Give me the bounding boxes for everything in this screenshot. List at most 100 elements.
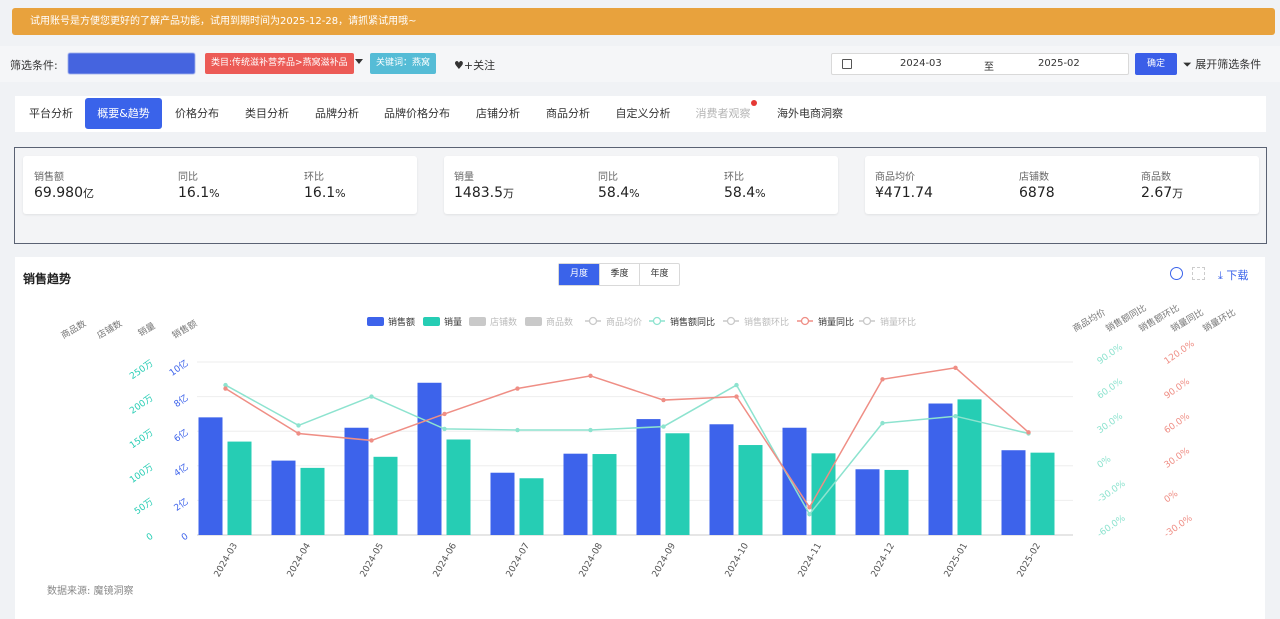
tab-overseas[interactable]: 海外电商洞察	[772, 98, 848, 129]
legend-label: 销量	[444, 316, 462, 328]
bar-sales	[855, 469, 880, 535]
tab-brand-price[interactable]: 品牌价格分布	[379, 98, 455, 129]
sales-trend-panel: 销售趋势 月度 季度 年度 ⤓ 下载 0 2亿 4亿 6亿 8亿 10亿 0 50万 100万 1…	[15, 257, 1265, 619]
legend-swatch	[800, 316, 810, 326]
legend-swatch	[726, 316, 736, 326]
line-point	[588, 427, 593, 433]
kpi-label: 同比	[598, 172, 618, 183]
legend-swatch	[652, 316, 662, 326]
tab-overview-trend[interactable]: 概要&趋势	[85, 98, 162, 129]
bar-sales	[563, 453, 588, 535]
y-tick-volume: 200万	[128, 393, 155, 416]
chevron-down-icon[interactable]	[355, 59, 363, 64]
kpi-label: 商品数	[1141, 172, 1171, 183]
tab-price-distribution[interactable]: 价格分布	[170, 98, 224, 129]
y-tick-sales: 4亿	[171, 461, 190, 479]
kpi-card-product: 商品均价 ¥471.74 店铺数 6878 商品数 2.67万	[865, 156, 1259, 214]
tab-consumer[interactable]: 消费者观察	[690, 98, 756, 129]
x-tick: 2024-11	[797, 542, 824, 580]
legend-label: 销售额同比	[670, 316, 715, 328]
line-point	[296, 431, 301, 436]
line-point	[369, 438, 374, 443]
y-axis-title: 商品数	[59, 317, 88, 341]
y-tick-sales-yoy: 90.0%	[1096, 342, 1126, 367]
legend-swatch	[525, 317, 542, 326]
x-tick: 2024-08	[578, 541, 606, 579]
y-tick-sales: 0	[180, 532, 191, 544]
expand-filters-button[interactable]: ⏷ 展开筛选条件	[1183, 56, 1261, 72]
bar-volume	[592, 454, 617, 535]
line-point	[734, 382, 739, 388]
line-point	[734, 394, 739, 399]
line-point	[880, 377, 885, 382]
x-tick: 2025-01	[943, 542, 970, 580]
y-tick-volume-yoy: 60.0%	[1163, 411, 1193, 436]
bar-volume	[446, 439, 471, 535]
line-point	[515, 386, 520, 391]
kpi-value: ¥471.74	[875, 185, 933, 201]
sales-trend-chart: 02亿4亿6亿8亿10亿050万100万150万200万250万商品数 店铺数 销量…	[59, 302, 1238, 580]
kpi-value: 16.1%	[304, 185, 346, 201]
y-axis-title: 商品均价	[1071, 306, 1108, 334]
bar-volume	[811, 453, 836, 535]
download-label: 下载	[1226, 269, 1249, 282]
bar-volume	[373, 456, 398, 535]
tab-shop[interactable]: 店铺分析	[470, 98, 526, 129]
y-axis-title: 销量	[136, 320, 158, 339]
x-tick: 2024-03	[213, 542, 240, 580]
follow-label: +关注	[463, 59, 496, 72]
category-tag[interactable]: 类目:传统滋补营养品>燕窝滋补品	[205, 53, 354, 74]
calendar-icon	[842, 59, 852, 69]
kpi-label: 同比	[178, 172, 198, 183]
keyword-tag[interactable]: 关键词：燕窝	[370, 53, 437, 74]
filter-bar: 筛选条件: 类目:传统滋补营养品>燕窝滋补品 关键词：燕窝 ♥+关注 2024-…	[0, 46, 1280, 82]
legend-label: 销售额	[388, 316, 415, 328]
legend-label: 销售额环比	[744, 316, 789, 328]
tab-custom[interactable]: 自定义分析	[610, 98, 676, 129]
kpi-value: 16.1%	[178, 185, 220, 201]
bar-volume	[738, 445, 763, 535]
period-yearly[interactable]: 年度	[639, 264, 679, 285]
notification-dot	[751, 100, 757, 106]
line-point	[807, 512, 812, 517]
legend-label: 商品均价	[606, 316, 642, 328]
expand-label: 展开筛选条件	[1195, 58, 1262, 71]
date-start[interactable]: 2024-03	[900, 58, 942, 69]
kpi-card-sales: 销售额 69.980亿 同比 16.1% 环比 16.1%	[23, 156, 417, 214]
download-button[interactable]: ⤓ 下载	[1218, 267, 1248, 283]
tab-product[interactable]: 商品分析	[540, 98, 596, 129]
date-range-picker[interactable]: 2024-03 至 2025-02	[831, 53, 1129, 75]
line-point	[223, 386, 228, 391]
kpi-label: 环比	[304, 172, 324, 183]
y-tick-sales-yoy: 0%	[1096, 454, 1114, 471]
bar-sales	[928, 403, 953, 535]
y-tick-volume: 250万	[128, 359, 155, 382]
tab-platform[interactable]: 平台分析	[23, 98, 79, 129]
pie-chart-icon[interactable]	[1170, 267, 1183, 280]
bar-sales	[344, 427, 369, 535]
y-tick-sales-yoy: 30.0%	[1096, 411, 1126, 436]
bar-sales	[490, 472, 515, 535]
confirm-button[interactable]: 确定	[1135, 53, 1177, 75]
y-tick-sales: 10亿	[167, 357, 191, 379]
kpi-label: 销量	[454, 172, 474, 183]
period-monthly[interactable]: 月度	[559, 264, 599, 285]
period-quarterly[interactable]: 季度	[599, 264, 639, 285]
line-point	[953, 414, 958, 419]
line-point	[296, 423, 301, 428]
follow-button[interactable]: ♥+关注	[454, 57, 495, 73]
tab-category[interactable]: 类目分析	[239, 98, 295, 129]
date-end[interactable]: 2025-02	[1038, 58, 1080, 69]
y-tick-volume-yoy: 120.0%	[1163, 339, 1197, 367]
kpi-label: 店铺数	[1019, 172, 1049, 183]
tab-brand[interactable]: 品牌分析	[309, 98, 365, 129]
bar-volume	[1030, 452, 1055, 535]
redacted-filter[interactable]	[68, 53, 195, 74]
heart-icon: ♥	[454, 59, 464, 72]
kpi-label: 环比	[724, 172, 744, 183]
y-tick-sales-yoy: 60.0%	[1096, 377, 1126, 402]
line-point	[588, 373, 593, 379]
kpi-value: 1483.5万	[454, 185, 514, 201]
bar-volume	[519, 478, 544, 535]
table-view-icon[interactable]	[1192, 267, 1205, 280]
